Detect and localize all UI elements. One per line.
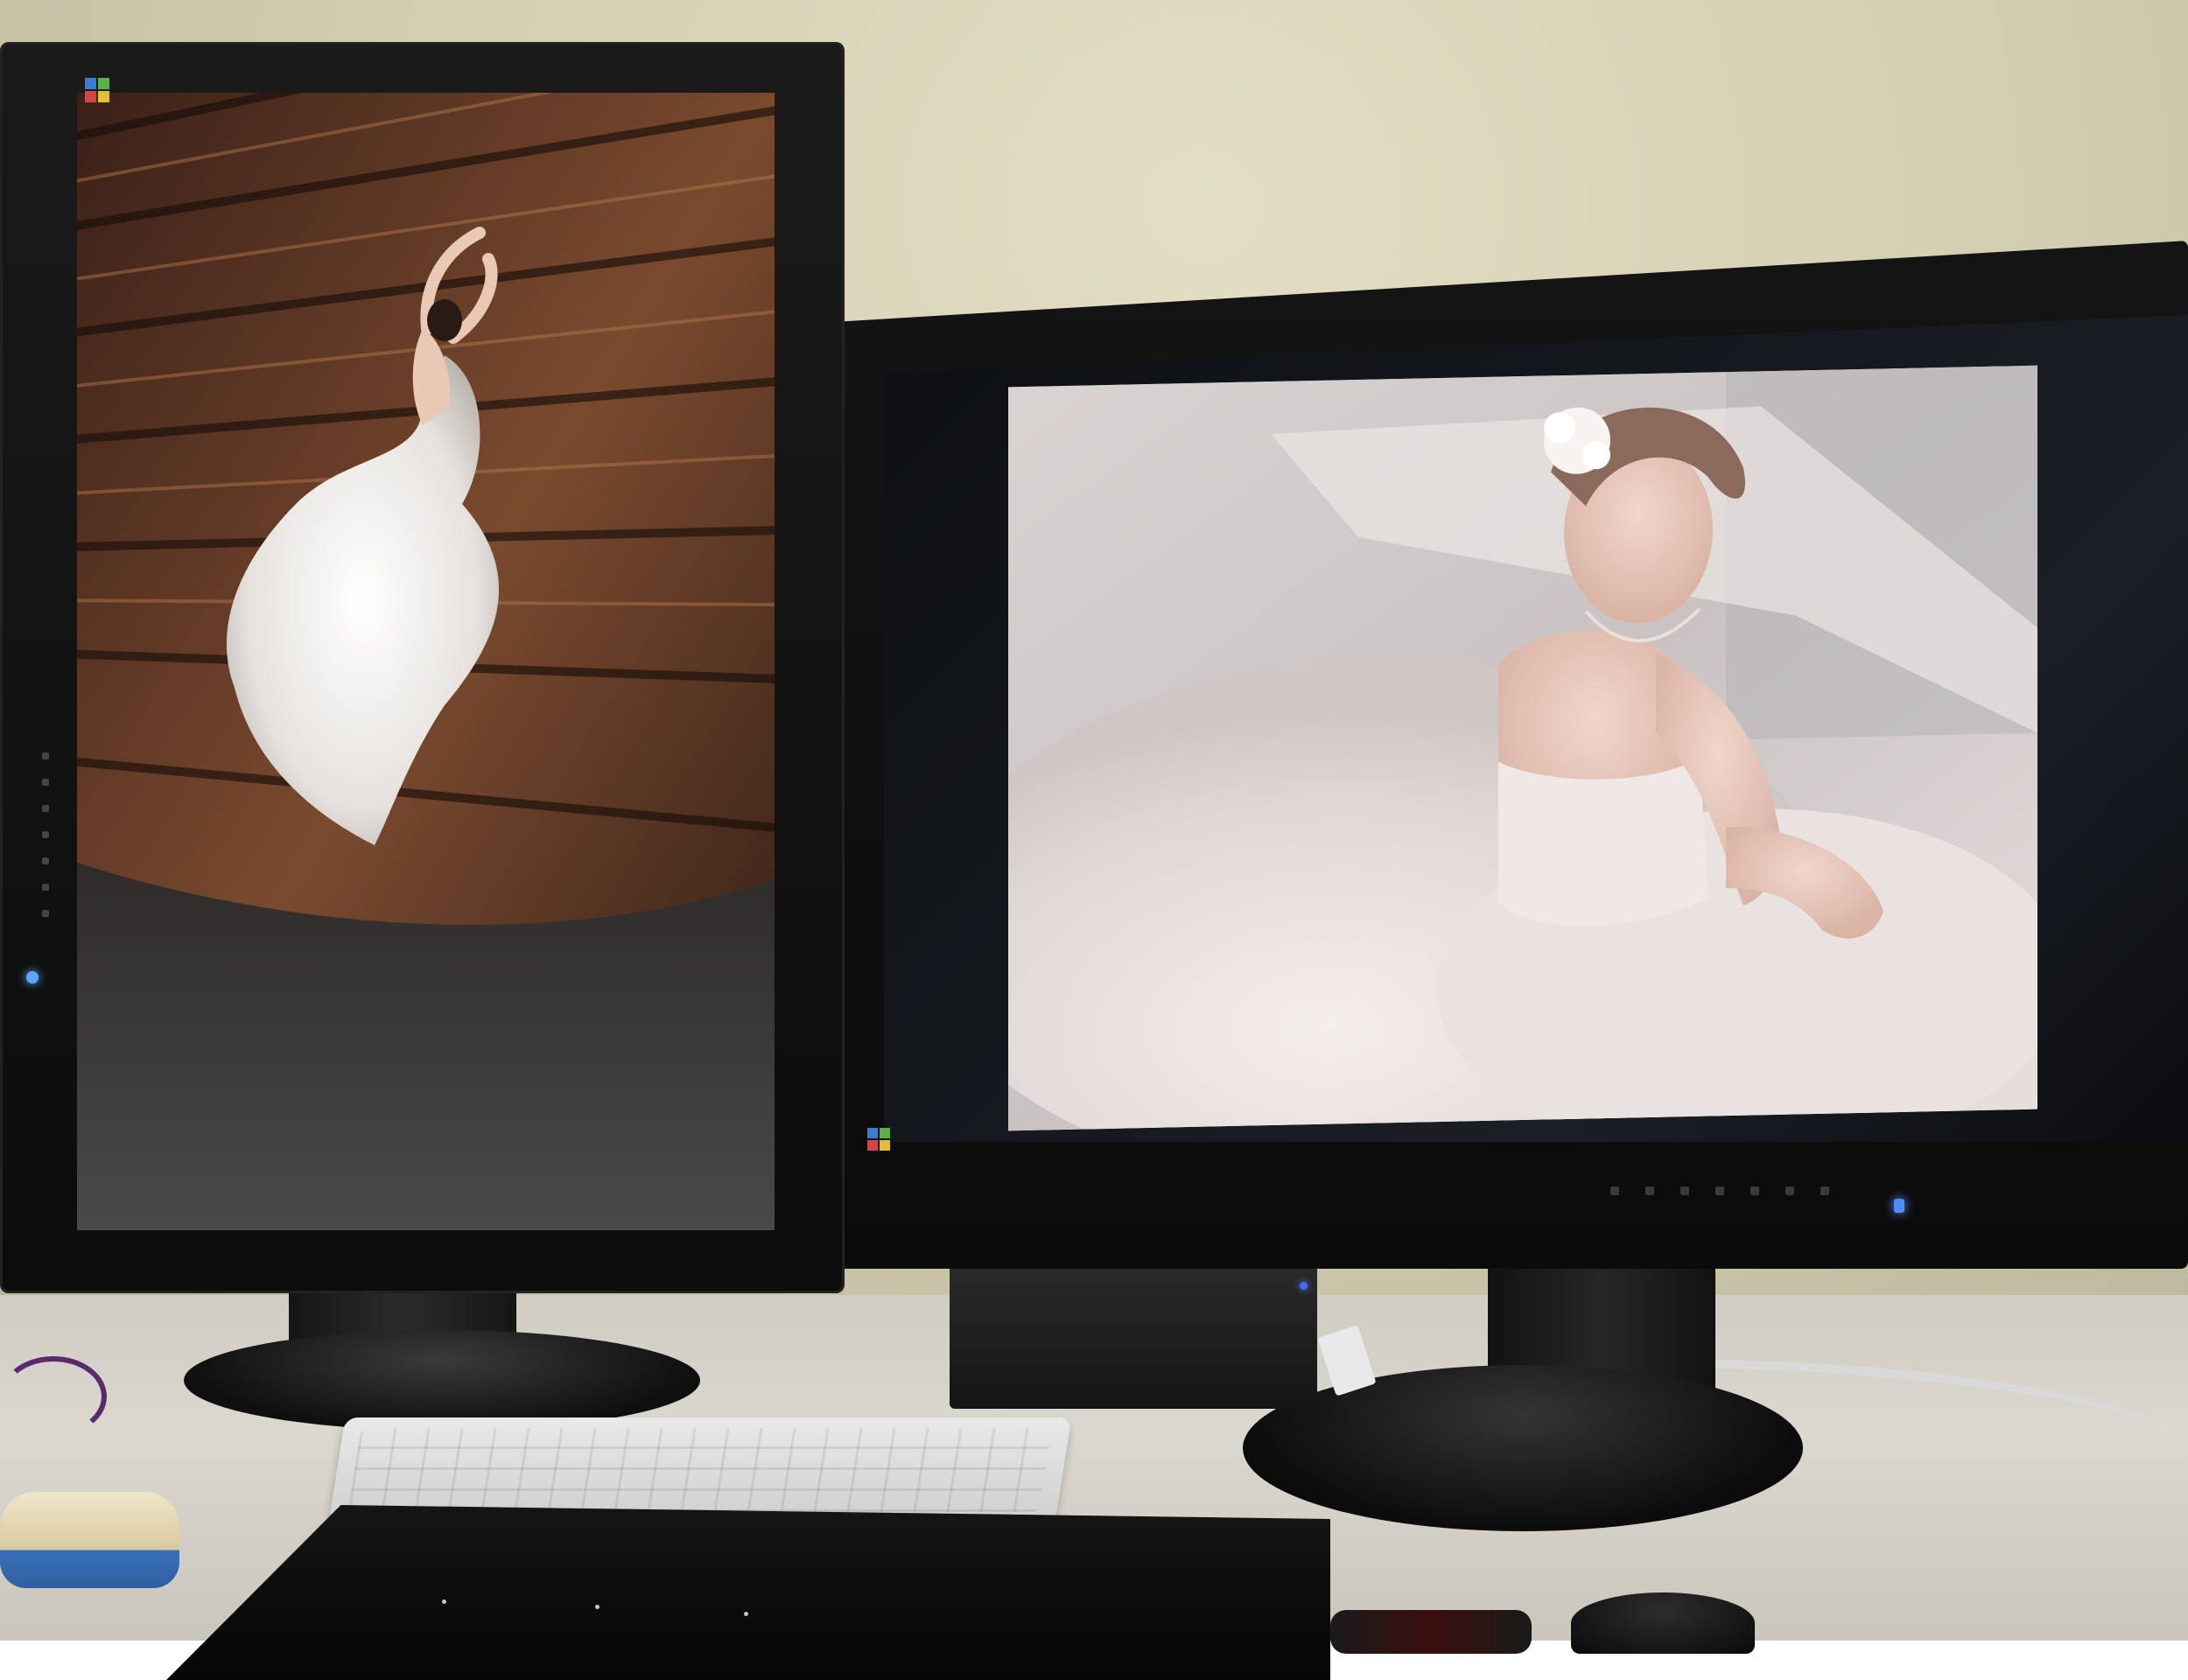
monitor-control-button[interactable] — [1645, 1186, 1654, 1195]
left-monitor-screen — [77, 93, 775, 1230]
tablet-indicator-dot — [595, 1605, 600, 1609]
monitor-control-button[interactable] — [42, 910, 49, 917]
card-reader — [1330, 1610, 1532, 1654]
tape-dispenser — [0, 1492, 179, 1588]
monitor-control-button[interactable] — [42, 779, 49, 786]
graphics-tablet[interactable] — [166, 1505, 1330, 1680]
bride-dancing-photo — [77, 93, 775, 1230]
bride-seated-photo — [1008, 365, 2037, 1131]
keyboard-keys[interactable] — [347, 1428, 1053, 1512]
usb-hub — [950, 1260, 1317, 1409]
right-monitor-power-led[interactable] — [1894, 1199, 1904, 1213]
monitor-control-button[interactable] — [1750, 1186, 1759, 1195]
brand-logo-icon — [84, 77, 110, 103]
monitor-control-button[interactable] — [42, 858, 49, 864]
brand-logo-icon — [866, 1127, 891, 1152]
tablet-indicator-dot — [442, 1600, 446, 1604]
hub-status-led — [1300, 1282, 1308, 1290]
monitor-control-button[interactable] — [1715, 1186, 1724, 1195]
monitor-control-button[interactable] — [42, 884, 49, 891]
monitor-control-button[interactable] — [1785, 1186, 1794, 1195]
monitor-control-button[interactable] — [42, 752, 49, 760]
tablet-indicator-dot — [744, 1612, 748, 1616]
left-monitor-stand-base — [184, 1330, 700, 1431]
monitor-control-button[interactable] — [1820, 1186, 1829, 1195]
monitor-control-button[interactable] — [1610, 1186, 1619, 1195]
purple-cable — [0, 1356, 107, 1437]
mouse[interactable] — [1571, 1592, 1755, 1654]
right-monitor-photo — [1008, 365, 2037, 1131]
monitor-control-button[interactable] — [1680, 1186, 1689, 1195]
monitor-control-button[interactable] — [42, 831, 49, 838]
right-monitor-stand-base — [1243, 1365, 1803, 1531]
monitor-control-button[interactable] — [42, 805, 49, 812]
left-monitor-power-led[interactable] — [26, 971, 39, 984]
